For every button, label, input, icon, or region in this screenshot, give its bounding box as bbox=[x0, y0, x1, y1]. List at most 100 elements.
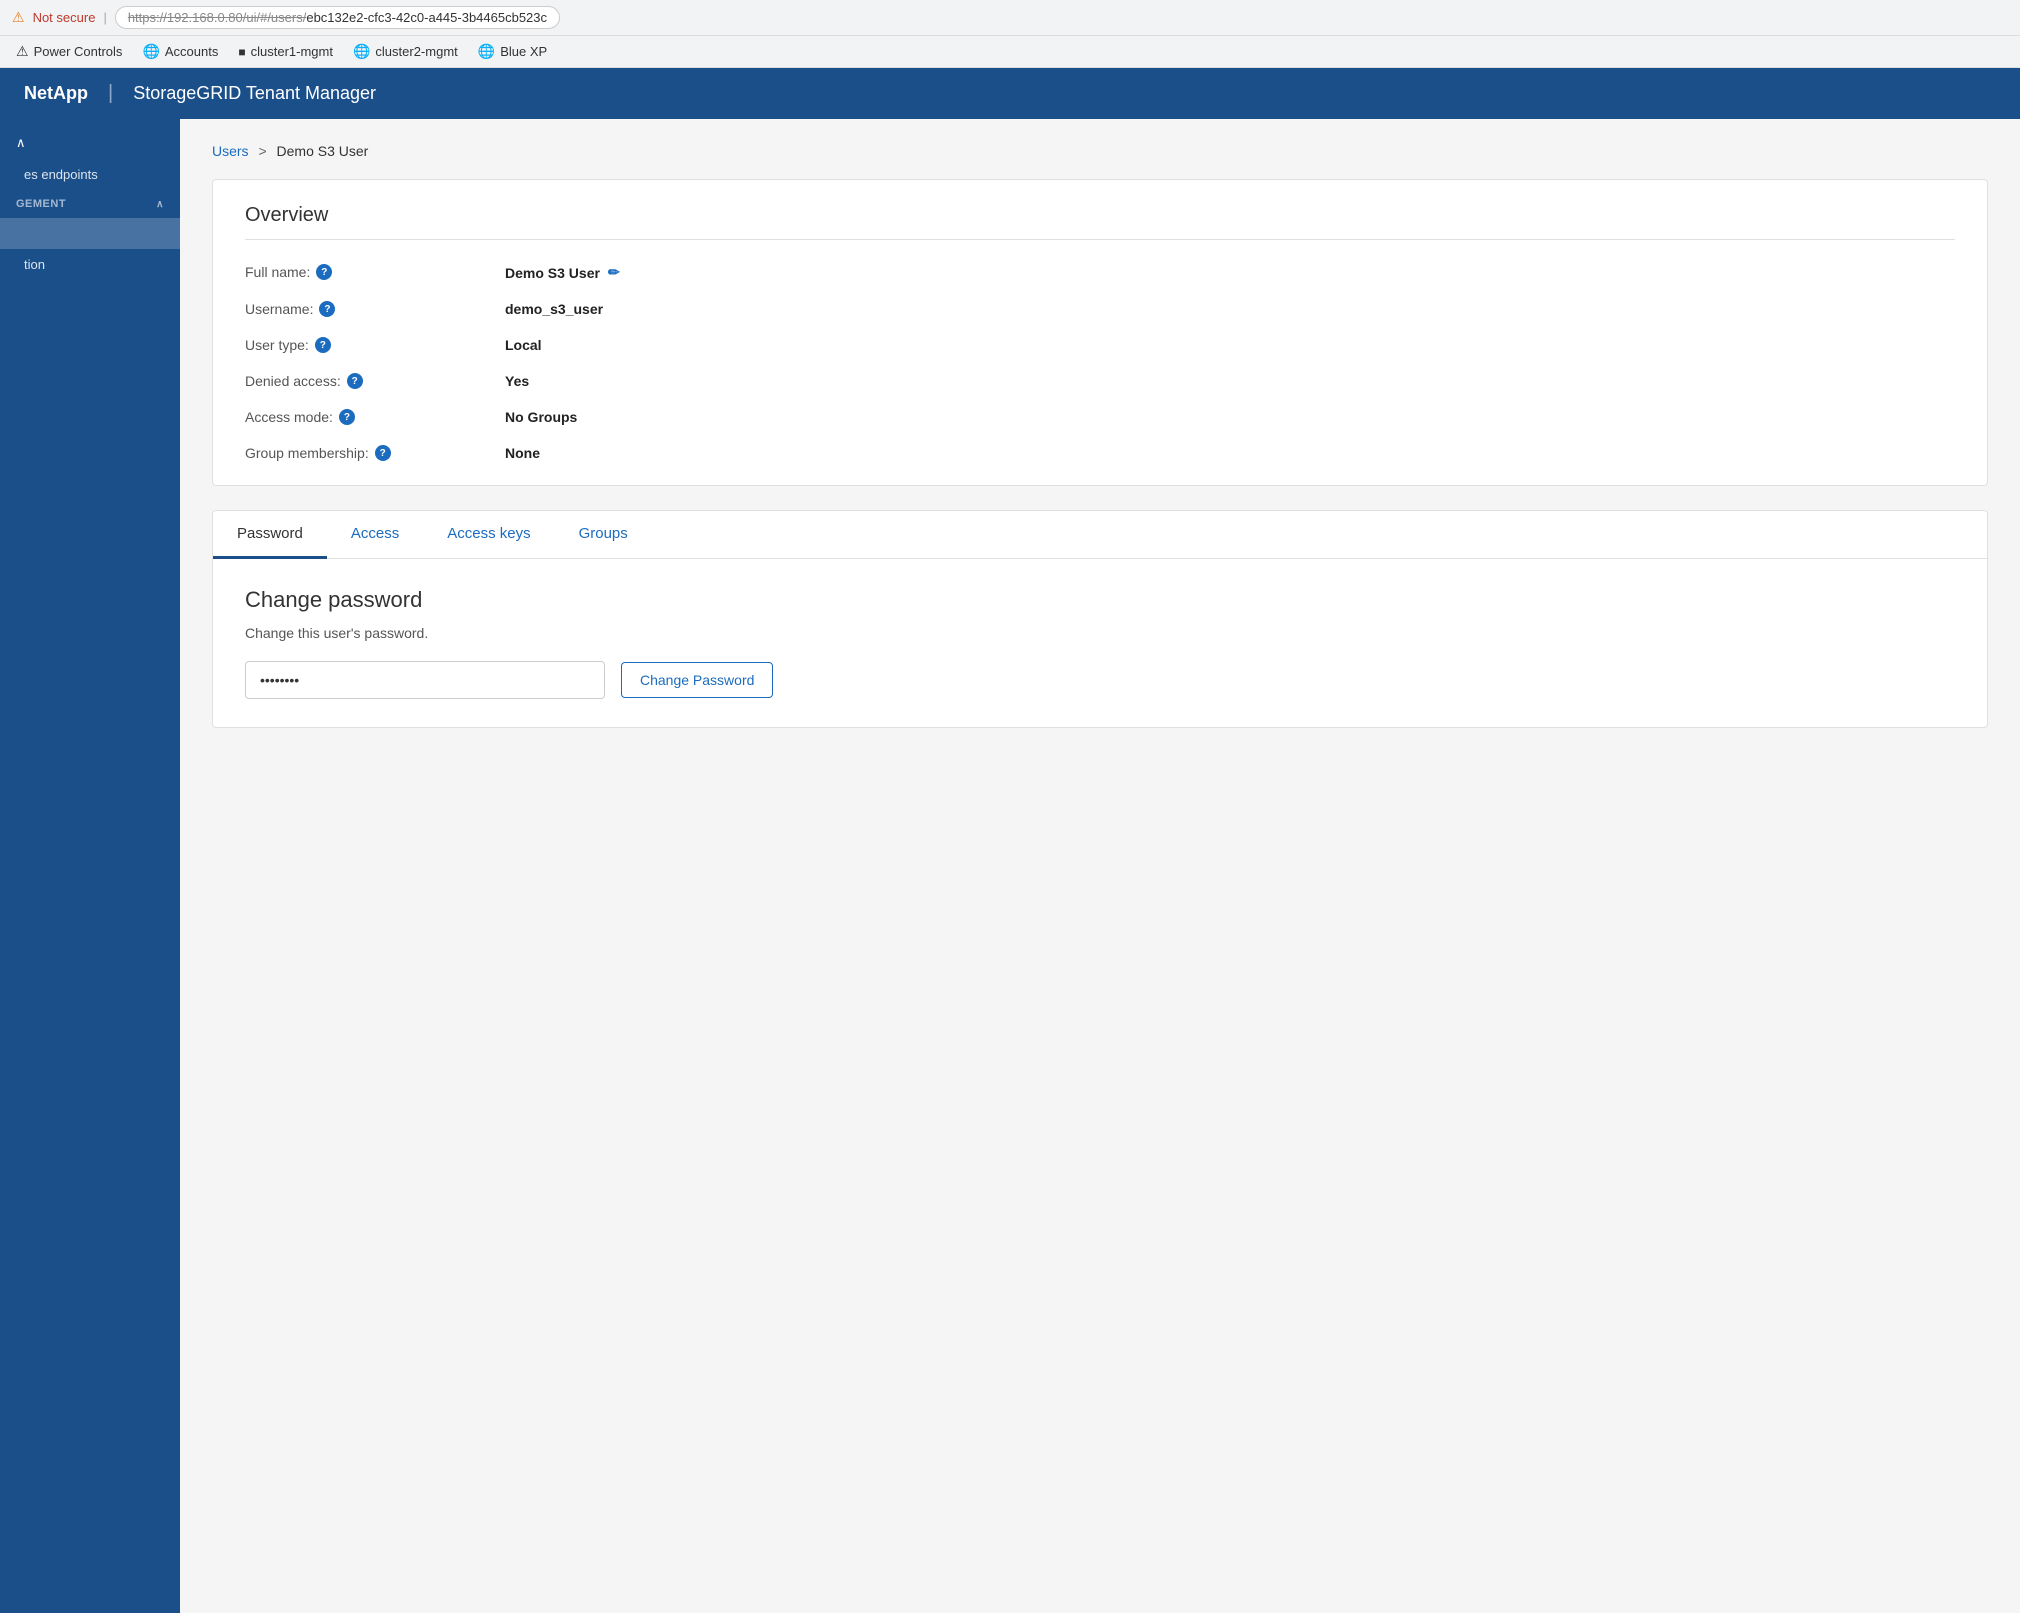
username-value: demo_s3_user bbox=[505, 301, 603, 317]
help-icon-user-type[interactable]: ? bbox=[315, 337, 331, 353]
overview-label-user-type: User type: ? bbox=[245, 337, 505, 353]
breadcrumb-parent-link[interactable]: Users bbox=[212, 143, 249, 159]
help-icon-group-membership[interactable]: ? bbox=[375, 445, 391, 461]
password-input[interactable] bbox=[245, 661, 605, 699]
tab-groups[interactable]: Groups bbox=[555, 511, 652, 559]
sidebar-item-es-endpoints-label: es endpoints bbox=[24, 167, 98, 182]
url-highlighted: ebc132e2-cfc3-42c0-a445-3b4465cb523c bbox=[306, 10, 547, 25]
overview-row-group-membership: Group membership: ? None bbox=[245, 445, 1955, 461]
globe-bookmark-icon-cluster2: 🌐 bbox=[353, 43, 370, 60]
bookmark-power-controls[interactable]: ⚠ Power Controls bbox=[8, 40, 130, 63]
overview-value-access-mode: No Groups bbox=[505, 409, 577, 425]
warning-icon: ⚠ bbox=[12, 9, 25, 26]
bookmark-power-controls-label: Power Controls bbox=[34, 44, 123, 59]
overview-value-group-membership: None bbox=[505, 445, 540, 461]
overview-value-username: demo_s3_user bbox=[505, 301, 603, 317]
bookmark-blue-xp[interactable]: 🌐 Blue XP bbox=[470, 40, 555, 63]
tab-access-label: Access bbox=[351, 525, 399, 542]
tab-access-keys-label: Access keys bbox=[447, 525, 530, 542]
sidebar-collapse-toggle[interactable]: ∧ bbox=[0, 127, 180, 159]
not-secure-label: Not secure bbox=[33, 10, 96, 25]
help-icon-access-mode[interactable]: ? bbox=[339, 409, 355, 425]
overview-label-full-name: Full name: ? bbox=[245, 264, 505, 280]
tabs-header: Password Access Access keys Groups bbox=[213, 511, 1987, 559]
content-area: Users > Demo S3 User Overview Full name:… bbox=[180, 119, 2020, 1613]
cluster1-bookmark-icon: ■ bbox=[238, 45, 245, 59]
url-bar[interactable]: https://192.168.0.80/ui/#/users/ebc132e2… bbox=[115, 6, 560, 29]
sidebar-item-tion[interactable]: tion bbox=[0, 249, 180, 280]
bookmark-accounts[interactable]: 🌐 Accounts bbox=[134, 40, 226, 63]
change-password-description: Change this user's password. bbox=[245, 625, 1955, 641]
app-title: StorageGRID Tenant Manager bbox=[133, 83, 376, 104]
overview-title: Overview bbox=[245, 204, 1955, 240]
tab-password-label: Password bbox=[237, 525, 303, 542]
full-name-value: Demo S3 User bbox=[505, 265, 600, 281]
tab-access-keys[interactable]: Access keys bbox=[423, 511, 554, 559]
breadcrumb: Users > Demo S3 User bbox=[212, 143, 1988, 159]
chevron-up-icon: ∧ bbox=[16, 135, 26, 151]
url-separator: | bbox=[103, 10, 106, 25]
breadcrumb-separator: > bbox=[258, 143, 266, 159]
overview-group-membership-text: Group membership: bbox=[245, 445, 369, 461]
sidebar-item-active-label bbox=[24, 226, 28, 241]
password-row: Change Password bbox=[245, 661, 1955, 699]
bookmark-cluster1-label: cluster1-mgmt bbox=[251, 44, 333, 59]
help-icon-full-name[interactable]: ? bbox=[316, 264, 332, 280]
bookmark-cluster2[interactable]: 🌐 cluster2-mgmt bbox=[345, 40, 466, 63]
sidebar-section-management[interactable]: GEMENT ∧ bbox=[0, 190, 180, 218]
overview-label-group-membership: Group membership: ? bbox=[245, 445, 505, 461]
edit-full-name-icon[interactable]: ✏ bbox=[608, 264, 620, 281]
help-icon-denied-access[interactable]: ? bbox=[347, 373, 363, 389]
overview-row-username: Username: ? demo_s3_user bbox=[245, 301, 1955, 317]
sidebar-item-es-endpoints[interactable]: es endpoints bbox=[0, 159, 180, 190]
overview-row-user-type: User type: ? Local bbox=[245, 337, 1955, 353]
bookmark-accounts-label: Accounts bbox=[165, 44, 218, 59]
bookmark-cluster2-label: cluster2-mgmt bbox=[375, 44, 457, 59]
app-logo: NetApp bbox=[24, 83, 88, 104]
overview-row-full-name: Full name: ? Demo S3 User ✏ bbox=[245, 264, 1955, 281]
denied-access-value: Yes bbox=[505, 373, 529, 389]
overview-row-denied-access: Denied access: ? Yes bbox=[245, 373, 1955, 389]
tab-password[interactable]: Password bbox=[213, 511, 327, 559]
change-password-title: Change password bbox=[245, 587, 1955, 613]
app-header: NetApp | StorageGRID Tenant Manager bbox=[0, 68, 2020, 119]
overview-username-text: Username: bbox=[245, 301, 313, 317]
overview-full-name-text: Full name: bbox=[245, 264, 310, 280]
breadcrumb-current: Demo S3 User bbox=[277, 143, 369, 159]
bookmark-blue-xp-label: Blue XP bbox=[500, 44, 547, 59]
tabs-container: Password Access Access keys Groups Chang… bbox=[212, 510, 1988, 728]
access-mode-value: No Groups bbox=[505, 409, 577, 425]
warning-bookmark-icon: ⚠ bbox=[16, 43, 29, 60]
overview-card: Overview Full name: ? Demo S3 User ✏ Use… bbox=[212, 179, 1988, 486]
sidebar: ∧ es endpoints GEMENT ∧ tion bbox=[0, 119, 180, 1613]
sidebar-section-management-label: GEMENT bbox=[16, 198, 66, 210]
tab-groups-label: Groups bbox=[579, 525, 628, 542]
globe-bookmark-icon-bluexp: 🌐 bbox=[478, 43, 495, 60]
bookmark-cluster1[interactable]: ■ cluster1-mgmt bbox=[230, 41, 341, 62]
chevron-up-icon-management: ∧ bbox=[156, 199, 164, 210]
sidebar-item-active[interactable] bbox=[0, 218, 180, 249]
overview-value-user-type: Local bbox=[505, 337, 542, 353]
password-tab-content: Change password Change this user's passw… bbox=[213, 559, 1987, 727]
overview-access-mode-text: Access mode: bbox=[245, 409, 333, 425]
overview-label-denied-access: Denied access: ? bbox=[245, 373, 505, 389]
sidebar-item-tion-label: tion bbox=[24, 257, 45, 272]
overview-value-full-name: Demo S3 User ✏ bbox=[505, 264, 620, 281]
header-divider: | bbox=[108, 82, 113, 105]
help-icon-username[interactable]: ? bbox=[319, 301, 335, 317]
overview-label-access-mode: Access mode: ? bbox=[245, 409, 505, 425]
overview-row-access-mode: Access mode: ? No Groups bbox=[245, 409, 1955, 425]
overview-label-username: Username: ? bbox=[245, 301, 505, 317]
overview-denied-access-text: Denied access: bbox=[245, 373, 341, 389]
bookmarks-bar: ⚠ Power Controls 🌐 Accounts ■ cluster1-m… bbox=[0, 36, 2020, 68]
user-type-value: Local bbox=[505, 337, 542, 353]
browser-bar: ⚠ Not secure | https://192.168.0.80/ui/#… bbox=[0, 0, 2020, 36]
group-membership-value: None bbox=[505, 445, 540, 461]
overview-user-type-text: User type: bbox=[245, 337, 309, 353]
url-text: https://192.168.0.80/ui/#/users/ bbox=[128, 10, 307, 25]
globe-bookmark-icon-accounts: 🌐 bbox=[142, 43, 159, 60]
main-layout: ∧ es endpoints GEMENT ∧ tion Users > Dem… bbox=[0, 119, 2020, 1613]
overview-value-denied-access: Yes bbox=[505, 373, 529, 389]
change-password-button[interactable]: Change Password bbox=[621, 662, 773, 698]
tab-access[interactable]: Access bbox=[327, 511, 423, 559]
